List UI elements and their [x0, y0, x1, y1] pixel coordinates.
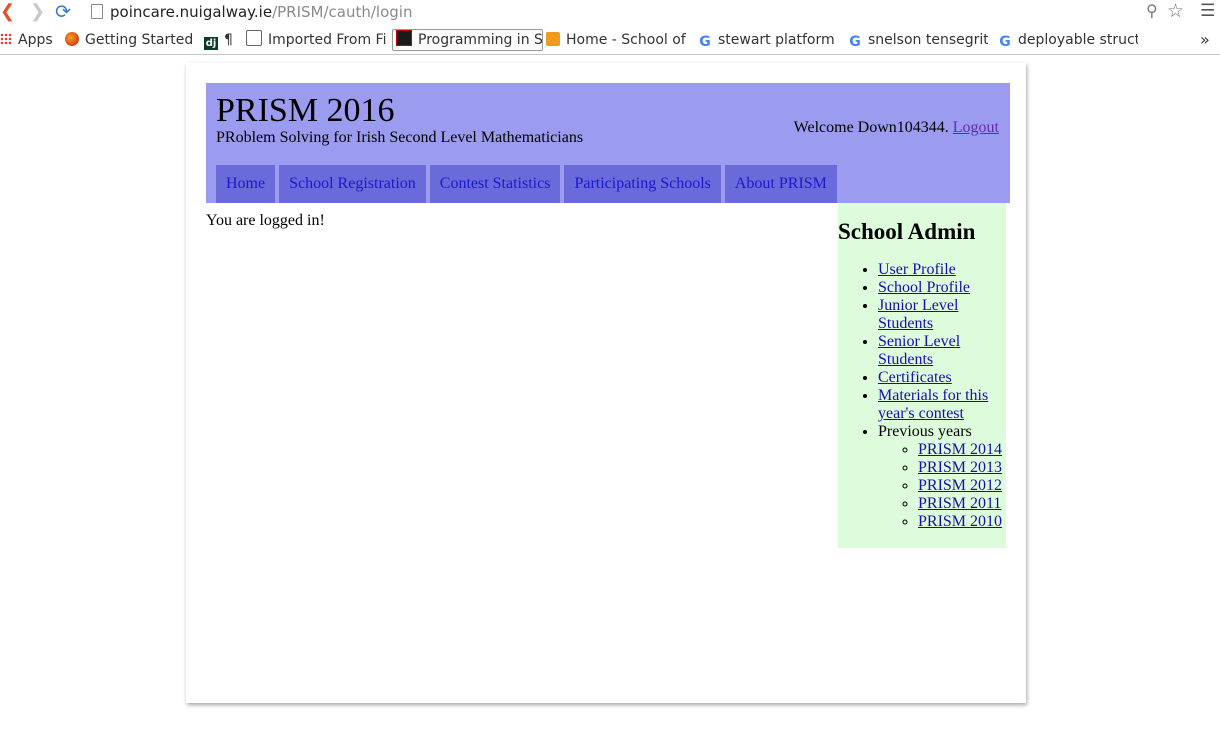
google-icon: G [699, 34, 711, 50]
site-title: PRISM 2016 [216, 92, 395, 129]
tab-home[interactable]: Home [216, 165, 276, 203]
logout-link[interactable]: Logout [953, 119, 999, 136]
bookmark-imported[interactable]: Imported From Fi [246, 30, 386, 50]
prism-2012-link[interactable]: PRISM 2012 [918, 477, 1002, 494]
bookmark-label: Getting Started [85, 32, 194, 48]
tab-school-registration[interactable]: School Registration [279, 165, 426, 203]
previous-years-list: PRISM 2014 PRISM 2013 PRISM 2012 PRISM 2… [878, 441, 1038, 531]
list-item: PRISM 2014 [918, 441, 1038, 459]
school-admin-sidebar: School Admin User Profile School Profile… [838, 203, 1006, 548]
bookmark-stewart[interactable]: Gstewart platform [698, 30, 838, 50]
reload-icon[interactable]: ⟳ [55, 2, 71, 22]
school-site-icon [546, 32, 560, 46]
bookmark-label: Programming in S [418, 32, 543, 48]
google-icon: G [999, 34, 1011, 50]
list-item: Materials for this year's contest [878, 387, 1006, 423]
junior-students-link[interactable]: Junior Level Students [878, 297, 958, 332]
bookmark-label: Home - School of [566, 32, 686, 48]
folder-icon [246, 30, 262, 46]
key-icon[interactable]: ⚲ [1146, 1, 1158, 20]
apps-grid-icon [0, 33, 12, 45]
materials-link[interactable]: Materials for this year's contest [878, 387, 988, 422]
list-item: PRISM 2010 [918, 513, 1038, 531]
sidebar-heading: School Admin [838, 219, 976, 244]
bookmark-label: stewart platform [718, 32, 835, 48]
menu-icon[interactable]: ☰ [1200, 1, 1215, 21]
address-bar[interactable]: poincare.nuigalway.ie/PRISM/cauth/login [110, 2, 412, 22]
back-icon[interactable]: ❮ [0, 2, 15, 22]
prism-2010-link[interactable]: PRISM 2010 [918, 513, 1002, 530]
prism-2013-link[interactable]: PRISM 2013 [918, 459, 1002, 476]
list-item: School Profile [878, 279, 1006, 297]
bookmark-deployable[interactable]: Gdeployable struct [998, 30, 1138, 50]
bookmark-snelson[interactable]: Gsnelson tensegrit [848, 30, 988, 50]
firefox-icon [65, 32, 79, 46]
list-item: Previous years PRISM 2014 PRISM 2013 PRI… [878, 423, 1006, 531]
tab-about-prism[interactable]: About PRISM [724, 165, 837, 203]
certificates-link[interactable]: Certificates [878, 369, 952, 386]
previous-years-label: Previous years [878, 423, 972, 440]
bookmark-label: ¶ [224, 32, 233, 48]
list-item: Certificates [878, 369, 1006, 387]
list-item: Junior Level Students [878, 297, 1006, 333]
list-item: Senior Level Students [878, 333, 1006, 369]
site-banner: PRISM 2016 PRoblem Solving for Irish Sec… [206, 83, 1010, 203]
bookmarks-overflow-button[interactable]: » [1200, 30, 1210, 50]
login-message: You are logged in! [206, 212, 325, 229]
bookmark-getting-started[interactable]: Getting Started [65, 30, 195, 50]
admin-links: User Profile School Profile Junior Level… [838, 261, 1006, 531]
bookmark-star-icon[interactable]: ☆ [1167, 0, 1184, 22]
prism-2014-link[interactable]: PRISM 2014 [918, 441, 1002, 458]
user-profile-link[interactable]: User Profile [878, 261, 956, 278]
prism-2011-link[interactable]: PRISM 2011 [918, 495, 1001, 512]
bookmarks-bar: Apps Getting Started dj ¶ Imported From F… [0, 26, 1220, 55]
bookmark-django[interactable]: dj ¶ [204, 30, 244, 50]
browser-toolbar: ❮ ❯ ⟳ poincare.nuigalway.ie/PRISM/cauth/… [0, 0, 1220, 26]
list-item: User Profile [878, 261, 1006, 279]
bookmark-programming[interactable]: Programming in S [392, 29, 543, 51]
tab-contest-statistics[interactable]: Contest Statistics [429, 165, 561, 203]
list-item: PRISM 2011 [918, 495, 1038, 513]
django-icon: dj [204, 37, 218, 50]
welcome-text: Welcome Down104344. [793, 119, 949, 136]
school-profile-link[interactable]: School Profile [878, 279, 970, 296]
programming-site-icon [396, 30, 412, 46]
google-icon: G [849, 34, 861, 50]
url-path: /PRISM/cauth/login [272, 3, 413, 21]
site-subtitle: PRoblem Solving for Irish Second Level M… [216, 129, 584, 146]
list-item: PRISM 2012 [918, 477, 1038, 495]
list-item: PRISM 2013 [918, 459, 1038, 477]
url-host: poincare.nuigalway.ie [110, 3, 273, 21]
bookmark-label: Imported From Fi [268, 32, 386, 48]
bookmark-apps[interactable]: Apps [0, 30, 53, 50]
welcome-message: Welcome Down104344. Logout [794, 119, 999, 137]
page-container: PRISM 2016 PRoblem Solving for Irish Sec… [186, 63, 1026, 703]
main-nav: Home School Registration Contest Statist… [216, 165, 841, 203]
bookmark-label: Apps [18, 32, 53, 48]
bookmark-home-school[interactable]: Home - School of [546, 30, 686, 50]
page-icon [91, 4, 103, 19]
forward-icon[interactable]: ❯ [30, 2, 45, 22]
tab-participating-schools[interactable]: Participating Schools [564, 165, 721, 203]
bookmark-label: deployable struct [1018, 32, 1138, 48]
senior-students-link[interactable]: Senior Level Students [878, 333, 960, 368]
bookmark-label: snelson tensegrit [868, 32, 988, 48]
